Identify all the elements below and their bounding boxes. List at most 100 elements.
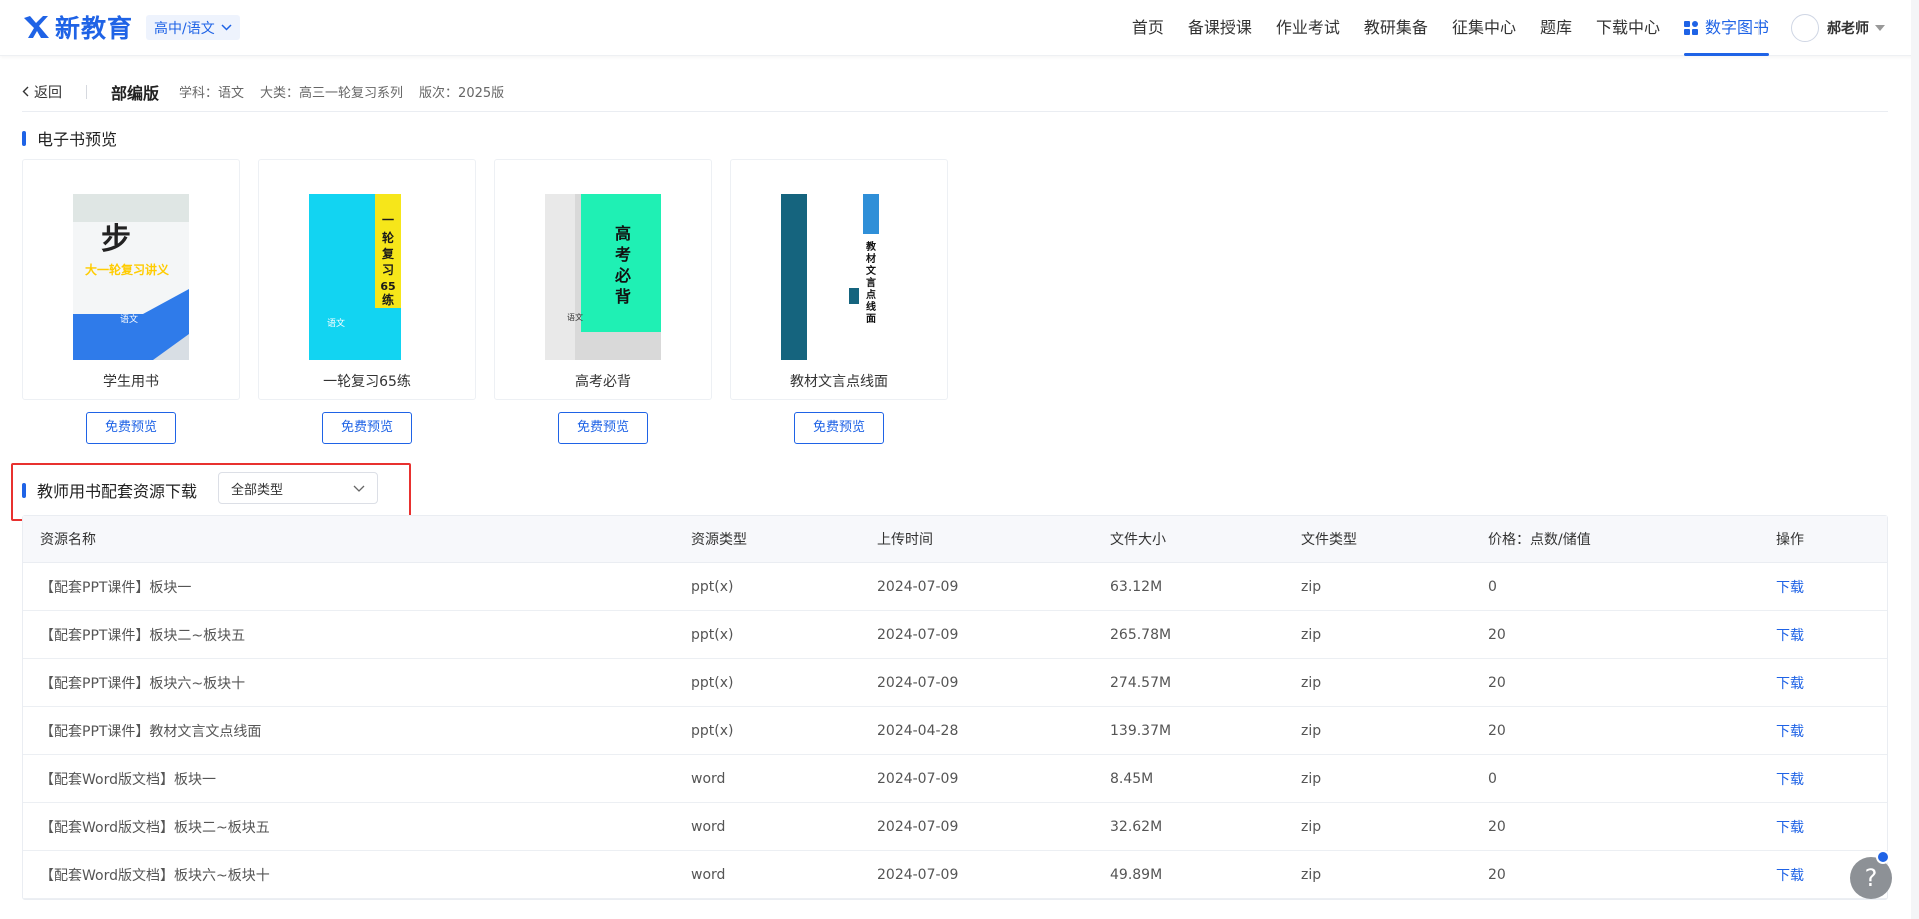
svg-text:材: 材 (866, 252, 876, 265)
price: 0 (1488, 770, 1497, 787)
svg-text:线: 线 (866, 300, 876, 313)
chevron-down-icon (221, 24, 232, 31)
ebook-name: 高考必背 (575, 374, 631, 390)
nav-home[interactable]: 首页 (1132, 0, 1164, 56)
resource-type-value: 全部类型 (231, 482, 284, 498)
svg-text:面: 面 (866, 313, 876, 325)
svg-text:步: 步 (101, 222, 131, 257)
ebook-card[interactable]: 一 轮 复 习 65 练 语文 一轮复习65练 (258, 159, 476, 400)
upload-time: 2024-07-09 (877, 818, 959, 835)
table-row: 【配套Word版文档】板块二~板块五 word 2024-07-09 32.62… (23, 803, 1887, 851)
column-header: 资源名称 (40, 532, 96, 548)
table-row: 【配套Word版文档】板块六~板块十 word 2024-07-09 49.89… (23, 851, 1887, 899)
svg-text:点: 点 (866, 288, 876, 301)
ebook-item: 教 材 文 言 点 线 面 教材文言点线面 免费预览 (730, 159, 948, 444)
file-size: 63.12M (1110, 578, 1163, 595)
upload-time: 2024-07-09 (877, 626, 959, 643)
free-preview-button[interactable]: 免费预览 (558, 412, 648, 444)
user-menu[interactable]: 郝老师 (1791, 14, 1885, 42)
svg-text:语文: 语文 (120, 313, 138, 325)
file-size: 265.78M (1110, 626, 1172, 643)
resource-name: 【配套PPT课件】板块一 (40, 579, 192, 596)
grade-subject-select[interactable]: 高中/语文 (146, 15, 240, 40)
resource-type: ppt(x) (691, 674, 734, 691)
apps-grid-icon (1683, 21, 1698, 35)
resource-type-select[interactable]: 全部类型 (218, 472, 378, 504)
breadcrumb: 返回 部编版 学科：语文 大类：高三一轮复习系列 版次：2025版 (22, 72, 1888, 112)
download-link[interactable]: 下载 (1776, 817, 1804, 837)
logo-icon (24, 16, 49, 38)
notification-dot (1876, 850, 1890, 864)
ebook-name: 一轮复习65练 (323, 374, 411, 390)
free-preview-button[interactable]: 免费预览 (794, 412, 884, 444)
book-cover-image: 一 轮 复 习 65 练 语文 (309, 194, 425, 360)
svg-text:大一轮复习讲义: 大一轮复习讲义 (85, 262, 170, 277)
upload-time: 2024-07-09 (877, 674, 959, 691)
nav-question-bank[interactable]: 题库 (1540, 0, 1572, 56)
table-header: 资源名称 资源类型 上传时间 文件大小 文件类型 价格：点数/储值 操作 (23, 516, 1887, 563)
ebook-name: 学生用书 (103, 374, 159, 390)
svg-text:轮: 轮 (382, 230, 395, 245)
nav-download-center[interactable]: 下载中心 (1596, 0, 1660, 56)
resource-type: ppt(x) (691, 578, 734, 595)
download-link[interactable]: 下载 (1776, 625, 1804, 645)
ebook-list: 步 大一轮复习讲义 语文 学生用书 免费预览 一 轮 复 习 65 练 语文 一… (22, 159, 966, 444)
download-link[interactable]: 下载 (1776, 577, 1804, 597)
download-link[interactable]: 下载 (1776, 769, 1804, 789)
free-preview-button[interactable]: 免费预览 (86, 412, 176, 444)
download-link[interactable]: 下载 (1776, 721, 1804, 741)
ebook-card[interactable]: 高 考 必 背 语文 高考必背 (494, 159, 712, 400)
file-type: zip (1301, 578, 1322, 595)
top-header: 新教育 高中/语文 首页 备课授课 作业考试 教研集备 征集中心 题库 下载中心… (0, 0, 1919, 56)
resource-type: ppt(x) (691, 722, 734, 739)
file-size: 49.89M (1110, 866, 1163, 883)
price: 20 (1488, 722, 1506, 739)
svg-text:语文: 语文 (567, 312, 583, 322)
svg-text:语文: 语文 (327, 317, 345, 329)
column-header: 操作 (1776, 532, 1804, 548)
nav-teaching-research[interactable]: 教研集备 (1364, 0, 1428, 56)
ebook-card[interactable]: 教 材 文 言 点 线 面 教材文言点线面 (730, 159, 948, 400)
file-type: zip (1301, 866, 1322, 883)
svg-text:高: 高 (615, 224, 631, 243)
file-size: 32.62M (1110, 818, 1163, 835)
nav-digital-books[interactable]: 数字图书 (1683, 0, 1770, 56)
resource-name: 【配套PPT课件】教材文言文点线面 (40, 723, 262, 740)
svg-text:考: 考 (615, 245, 631, 264)
resource-name: 【配套Word版文档】板块一 (40, 771, 216, 788)
price: 20 (1488, 866, 1506, 883)
book-cover-image: 步 大一轮复习讲义 语文 (73, 194, 189, 360)
svg-text:言: 言 (866, 276, 876, 289)
file-type: zip (1301, 770, 1322, 787)
user-name: 郝老师 (1827, 21, 1869, 37)
breadcrumb-divider (86, 84, 87, 99)
resource-table: 资源名称 资源类型 上传时间 文件大小 文件类型 价格：点数/储值 操作 【配套… (22, 515, 1888, 900)
resource-name: 【配套PPT课件】板块六~板块十 (40, 675, 246, 692)
logo[interactable]: 新教育 (22, 10, 133, 44)
resource-name: 【配套PPT课件】板块二~板块五 (40, 627, 246, 644)
section-marker (22, 130, 26, 146)
file-type: zip (1301, 722, 1322, 739)
chevron-left-icon (22, 86, 29, 97)
free-preview-button[interactable]: 免费预览 (322, 412, 412, 444)
resource-type: ppt(x) (691, 626, 734, 643)
nav-lesson-prep[interactable]: 备课授课 (1188, 0, 1252, 56)
download-link[interactable]: 下载 (1776, 673, 1804, 693)
download-link[interactable]: 下载 (1776, 865, 1804, 885)
nav-homework-exam[interactable]: 作业考试 (1276, 0, 1340, 56)
page-scrollbar[interactable] (1911, 0, 1919, 919)
svg-text:练: 练 (382, 292, 394, 307)
main-nav: 首页 备课授课 作业考试 教研集备 征集中心 题库 下载中心 数字图书 (1108, 0, 1770, 56)
svg-text:一: 一 (382, 213, 394, 227)
column-header: 资源类型 (691, 532, 747, 548)
file-type: zip (1301, 674, 1322, 691)
version-meta: 版次：2025版 (419, 86, 505, 101)
nav-collection-center[interactable]: 征集中心 (1452, 0, 1516, 56)
back-button[interactable]: 返回 (22, 82, 62, 102)
price: 20 (1488, 626, 1506, 643)
svg-text:教: 教 (865, 240, 877, 253)
ebook-item: 一 轮 复 习 65 练 语文 一轮复习65练 免费预览 (258, 159, 476, 444)
ebook-section-title: 电子书预览 (22, 126, 117, 150)
ebook-card[interactable]: 步 大一轮复习讲义 语文 学生用书 (22, 159, 240, 400)
price: 20 (1488, 674, 1506, 691)
